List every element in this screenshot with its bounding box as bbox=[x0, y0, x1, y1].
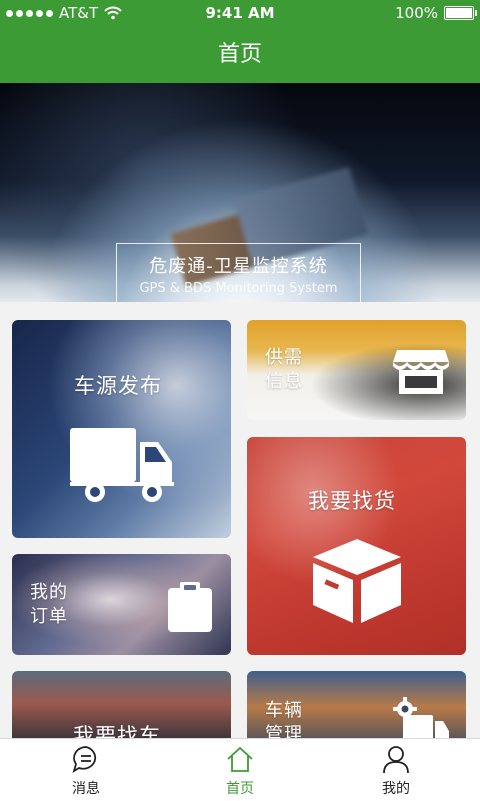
banner-title-box: 危废通-卫星监控系统 GPS & BDS Monitoring System bbox=[116, 243, 361, 302]
clipboard-icon bbox=[168, 582, 212, 632]
box-icon bbox=[313, 539, 401, 623]
tile-car-source-label: 车源发布 bbox=[74, 374, 162, 398]
tile-vehicle-label-1: 车辆 bbox=[265, 700, 303, 721]
tab-home-label: 首页 bbox=[226, 781, 254, 797]
tile-supply-demand[interactable]: 供需 信息 bbox=[247, 320, 466, 420]
banner-title: 危废通-卫星监控系统 bbox=[149, 256, 328, 277]
tab-home[interactable]: 首页 bbox=[180, 739, 300, 801]
truck-icon bbox=[70, 428, 174, 502]
tab-bar: 消息 首页 我的 bbox=[0, 738, 480, 801]
tab-mine-label: 我的 bbox=[382, 781, 410, 797]
user-icon bbox=[383, 746, 409, 774]
home-icon bbox=[227, 746, 253, 772]
tile-my-orders[interactable]: 我的 订单 bbox=[12, 554, 231, 655]
tile-orders-label-1: 我的 bbox=[30, 582, 68, 603]
tile-find-goods-label: 我要找货 bbox=[308, 489, 396, 513]
hero-banner[interactable]: 危废通-卫星监控系统 GPS & BDS Monitoring System bbox=[0, 83, 480, 302]
tile-supply-label-2: 信息 bbox=[265, 371, 303, 392]
battery-icon bbox=[444, 6, 477, 20]
tab-messages-label: 消息 bbox=[72, 781, 100, 797]
status-right: 100% bbox=[395, 4, 477, 22]
tab-messages[interactable]: 消息 bbox=[26, 739, 146, 801]
tile-supply-label-1: 供需 bbox=[265, 347, 303, 368]
battery-percent: 100% bbox=[395, 4, 438, 22]
page-title: 首页 bbox=[0, 26, 480, 83]
tile-car-source[interactable]: 车源发布 bbox=[12, 320, 231, 538]
store-icon bbox=[393, 350, 449, 394]
banner-subtitle: GPS & BDS Monitoring System bbox=[139, 281, 338, 296]
tile-find-goods[interactable]: 我要找货 bbox=[247, 437, 466, 655]
status-bar: AT&T 9:41 AM 100% bbox=[0, 0, 480, 26]
tile-orders-label-2: 订单 bbox=[30, 606, 68, 627]
tab-mine[interactable]: 我的 bbox=[336, 739, 456, 801]
chat-icon bbox=[72, 746, 97, 773]
